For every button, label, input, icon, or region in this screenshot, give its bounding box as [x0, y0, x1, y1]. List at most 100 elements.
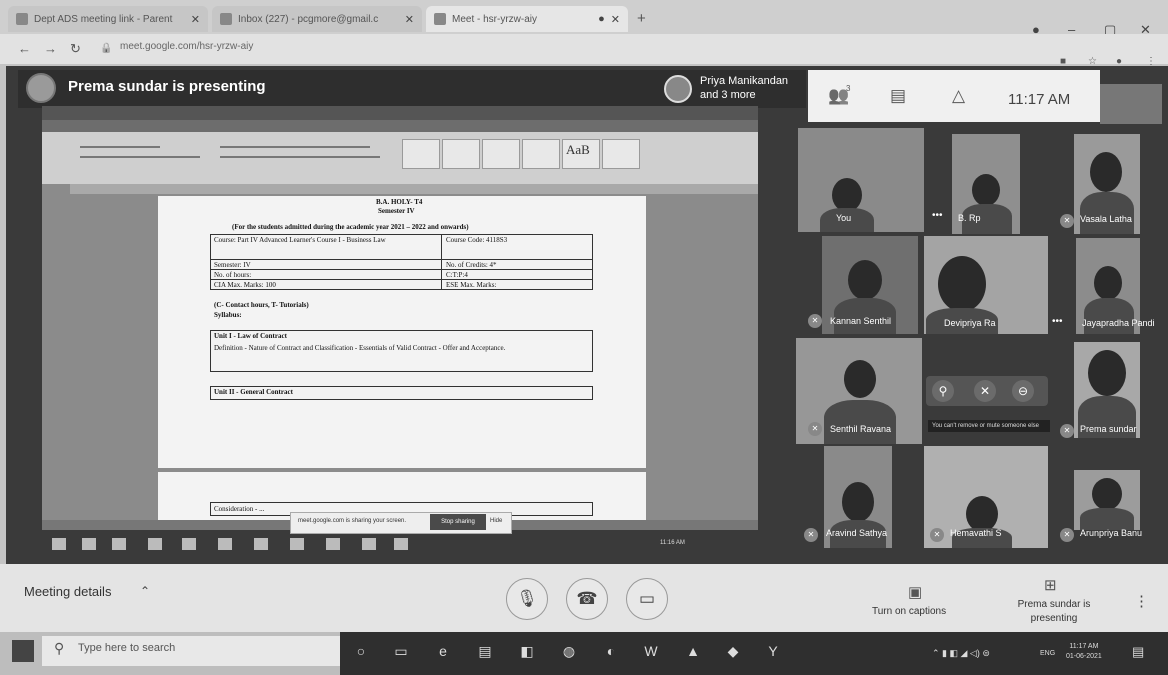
participant-body: [1080, 508, 1134, 530]
tab-label: Dept ADS meeting link - Parent: [34, 13, 173, 25]
reload-icon[interactable]: ↻: [70, 41, 81, 57]
style-title-sample: AaB: [566, 142, 590, 157]
word-ruler: [70, 184, 758, 194]
task-view-icon[interactable]: ▭: [392, 642, 410, 660]
style-swatch: [482, 139, 520, 169]
browser-tab[interactable]: Dept ADS meeting link - Parent ✕: [8, 6, 208, 32]
app-icon[interactable]: ◐: [602, 642, 620, 660]
shared-app-icon: [326, 538, 340, 550]
camera-button[interactable]: ▭: [626, 578, 668, 620]
back-icon[interactable]: ←: [18, 41, 31, 56]
browser-tab-active[interactable]: Meet - hsr-yrzw-aiy ● ✕: [426, 6, 628, 32]
stop-sharing-button[interactable]: Stop sharing: [430, 514, 486, 530]
present-icon[interactable]: ⊞: [1044, 576, 1057, 594]
taskbar-date: 01-06-2021: [1066, 653, 1102, 660]
doc-cell-text: C:T:P:4: [446, 271, 468, 279]
participant-body: [1080, 192, 1134, 234]
tab-close-icon[interactable]: ✕: [191, 13, 200, 26]
meeting-details-button[interactable]: Meeting details: [24, 584, 111, 599]
taskbar-clock[interactable]: 11:17 AM 01-06-2021: [1066, 642, 1102, 662]
participants-count-badge: 3: [846, 84, 851, 93]
pinned-participant-avatar: [664, 75, 692, 103]
tray-icons[interactable]: ⌃ ▮ ◧ ◢ ◁) ⊜: [932, 648, 990, 659]
doc-unit3-title: Consideration - ...: [214, 505, 265, 513]
participant-tile[interactable]: [1074, 470, 1140, 530]
app-icon[interactable]: ▲: [684, 642, 702, 660]
participant-face: [832, 178, 862, 212]
presenter-avatar: [26, 73, 56, 103]
participant-name: Devipriya Ra: [944, 318, 996, 328]
mute-icon[interactable]: ✕: [974, 380, 996, 402]
mic-off-icon: ✕: [808, 422, 822, 436]
turn-on-captions-button[interactable]: Turn on captions: [872, 606, 946, 617]
participant-name: B. Rp: [958, 213, 981, 223]
participant-face: [966, 496, 998, 532]
doc-cell-text: No. of Credits: 4*: [446, 261, 497, 269]
mic-off-icon: ✕: [930, 528, 944, 542]
word-icon[interactable]: W: [642, 642, 660, 660]
windows-start-icon[interactable]: [12, 640, 34, 662]
shared-app-icon: [112, 538, 126, 550]
doc-unit1-body: Definition - Nature of Contract and Clas…: [214, 344, 506, 352]
participant-name: Kannan Senthil: [830, 316, 892, 326]
chat-icon[interactable]: ▤: [890, 86, 906, 106]
style-swatch: [522, 139, 560, 169]
participant-name: Hemavathi S: [950, 528, 1002, 538]
taskbar-apps: [340, 632, 908, 675]
remove-icon[interactable]: ⊖: [1012, 380, 1034, 402]
forward-icon[interactable]: →: [44, 41, 57, 56]
presenting-status-button[interactable]: Prema sundar is presenting: [1016, 598, 1092, 626]
shared-app-icon: [182, 538, 196, 550]
taskbar-search-placeholder[interactable]: Type here to search: [78, 642, 175, 654]
doc-cell-text: Course: Part IV Advanced Learner's Cours…: [214, 236, 386, 244]
self-view-thumbnail[interactable]: [1100, 84, 1162, 124]
shared-app-icon: [82, 538, 96, 550]
edge-icon[interactable]: e: [434, 642, 452, 660]
tab-favicon-icon: [220, 13, 232, 25]
app-icon[interactable]: ◆: [724, 642, 742, 660]
doc-unit1-title: Unit I - Law of Contract: [214, 332, 287, 340]
microphone-button[interactable]: 🎙: [506, 578, 548, 620]
word-ribbon: [42, 132, 758, 184]
tab-favicon-icon: [434, 13, 446, 25]
notification-center-icon[interactable]: ▤: [1132, 644, 1148, 660]
store-icon[interactable]: ◧: [518, 642, 536, 660]
participant-name: Aravind Sathya: [826, 528, 888, 538]
other-presenters-label: Priya Manikandan and 3 more: [700, 75, 789, 101]
participant-face: [1088, 350, 1126, 396]
tab-close-icon[interactable]: ✕: [611, 13, 620, 26]
doc-semester: Semester IV: [378, 207, 415, 215]
app-icon[interactable]: Y: [764, 642, 782, 660]
screen-share-notice-text: meet.google.com is sharing your screen.: [298, 518, 407, 524]
shared-tray-clock: 11:16 AM: [660, 540, 685, 546]
mic-off-icon: ✕: [1060, 214, 1074, 228]
chrome-icon[interactable]: ◍: [560, 642, 578, 660]
participant-tile[interactable]: [798, 128, 924, 232]
hang-up-button[interactable]: ☎: [566, 578, 608, 620]
tab-close-icon[interactable]: ✕: [405, 13, 414, 26]
more-options-icon[interactable]: •••: [932, 210, 943, 221]
participant-name: Senthil Ravana: [830, 424, 892, 434]
doc-cell-text: Course Code: 4118S3: [446, 236, 508, 244]
new-tab-icon[interactable]: +: [637, 10, 646, 27]
language-indicator[interactable]: ENG: [1040, 650, 1055, 657]
taskbar-time: 11:17 AM: [1069, 643, 1099, 650]
tab-audio-icon[interactable]: ●: [598, 13, 605, 25]
cortana-icon[interactable]: ○: [352, 642, 370, 660]
more-options-icon[interactable]: ⋮: [1134, 592, 1149, 610]
pin-icon[interactable]: ⚲: [932, 380, 954, 402]
style-swatch: [602, 139, 640, 169]
participant-face: [1092, 478, 1122, 510]
browser-tab[interactable]: Inbox (227) - pcgmore@gmail.c ✕: [212, 6, 422, 32]
chevron-up-icon[interactable]: ⌃: [140, 584, 150, 598]
activities-icon[interactable]: △: [952, 86, 965, 106]
captions-icon[interactable]: ▣: [908, 583, 922, 601]
hide-notice-button[interactable]: Hide: [490, 518, 502, 524]
participant-face: [842, 482, 874, 522]
participant-face: [1094, 266, 1122, 300]
participant-name: Jayapradha Pandi: [1082, 318, 1155, 328]
more-options-icon[interactable]: •••: [1052, 316, 1063, 327]
doc-cell-text: ESE Max. Marks:: [446, 281, 497, 289]
url-field[interactable]: meet.google.com/hsr-yrzw-aiy: [120, 41, 253, 52]
file-explorer-icon[interactable]: ▤: [476, 642, 494, 660]
